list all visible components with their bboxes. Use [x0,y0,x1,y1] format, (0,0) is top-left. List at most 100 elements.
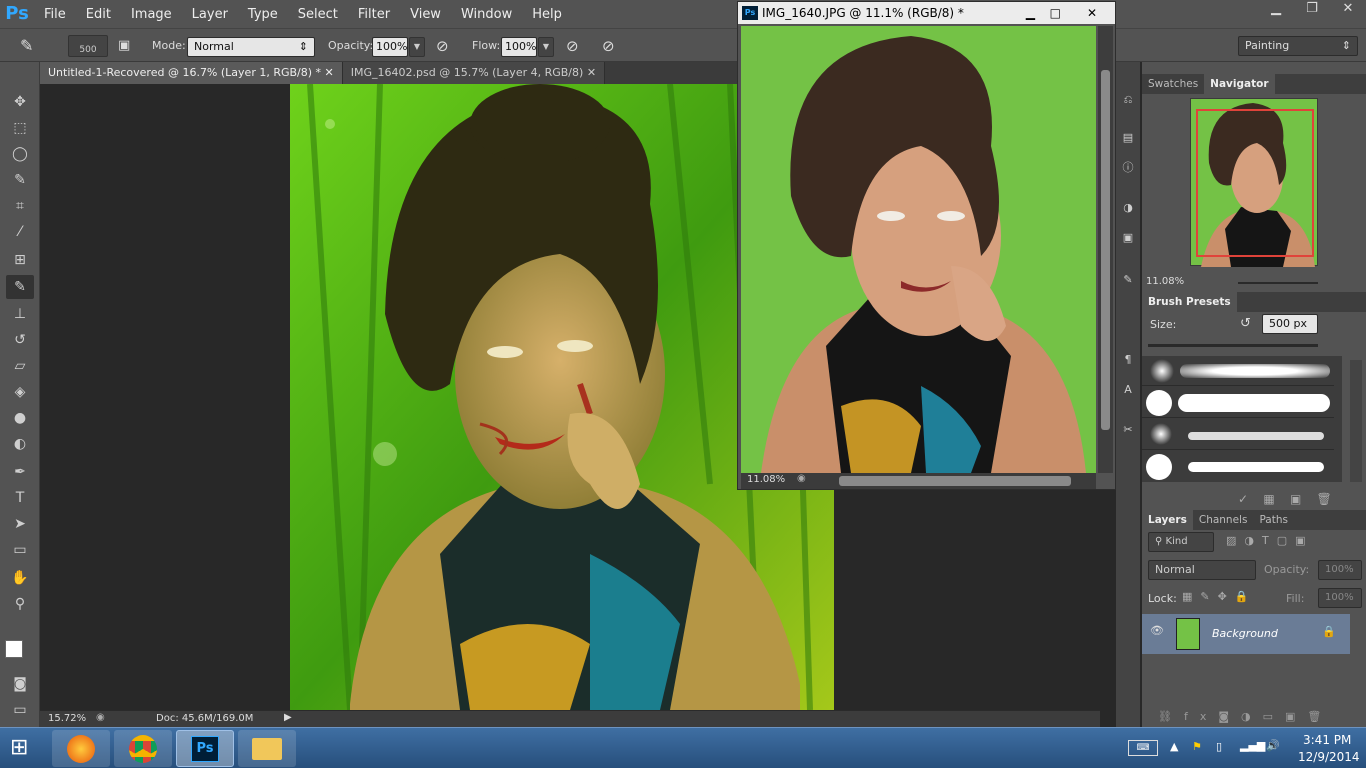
navigator-view-box[interactable] [1196,109,1314,257]
airbrush-icon[interactable]: ⊘ [566,35,579,57]
screen-mode-icon[interactable]: ▭ [6,698,34,722]
tab-swatches[interactable]: Swatches [1142,74,1204,94]
brush-size-picker[interactable]: 500 [68,35,108,57]
minimize-icon[interactable]: ▁ [1026,2,1035,24]
status-menu-icon[interactable]: ◉ [96,712,105,723]
type-tool-icon[interactable]: T [6,486,34,510]
menu-window[interactable]: Window [451,7,522,22]
menu-select[interactable]: Select [288,7,348,22]
hand-tool-icon[interactable]: ✋ [6,566,34,590]
toggle-brush-panel-icon[interactable]: ✓ [1238,492,1248,506]
opacity-dropdown-icon[interactable]: ▼ [409,37,425,57]
layer-row-background[interactable]: 👁 Background 🔒 [1142,614,1350,654]
menu-filter[interactable]: Filter [348,7,400,22]
keyboard-icon[interactable]: ⌨ [1128,740,1158,756]
flow-dropdown-icon[interactable]: ▼ [538,37,554,57]
fill-field[interactable]: 100% [1318,588,1362,608]
pen-tool-icon[interactable]: ✒ [6,460,34,484]
menu-file[interactable]: File [34,7,76,22]
menu-type[interactable]: Type [238,7,288,22]
mode-select[interactable]: Normal ⇕ [187,37,315,57]
brush-tool-icon[interactable]: ✎ [20,35,33,57]
navigator-preview[interactable] [1190,98,1318,267]
brush-size-field[interactable]: 500 px [1262,314,1318,334]
menu-help[interactable]: Help [522,7,572,22]
device-icon[interactable]: ▯ [1216,740,1222,753]
eyedropper-tool-icon[interactable]: ⁄ [6,220,34,244]
eraser-tool-icon[interactable]: ▱ [6,354,34,378]
close-tab-icon[interactable]: ✕ [587,66,596,79]
menu-image[interactable]: Image [121,7,182,22]
start-windows-icon[interactable]: ⊞ [10,736,28,760]
menu-layer[interactable]: Layer [182,7,238,22]
tab-layers[interactable]: Layers [1142,510,1193,530]
status-menu-icon[interactable]: ◉ [797,473,806,484]
clock-time[interactable]: 3:41 PM [1303,733,1351,747]
layer-blend-mode[interactable]: Normal [1148,560,1256,580]
floating-window-titlebar[interactable]: Ps IMG_1640.JPG @ 11.1% (RGB/8) * ▁ □ ✕ [738,2,1115,24]
quick-mask-icon[interactable]: ◙ [6,672,34,696]
floating-zoom-readout[interactable]: 11.08% [747,474,785,485]
taskbar-explorer[interactable] [238,730,296,767]
restore-icon[interactable]: ❐ [1294,0,1330,18]
clone-stamp-tool-icon[interactable]: ⊥ [6,302,34,326]
zoom-tool-icon[interactable]: ⚲ [6,592,34,616]
scrollbar-thumb[interactable] [1101,70,1110,430]
minimize-icon[interactable]: ▁ [1258,0,1294,18]
status-arrow-icon[interactable]: ▶ [284,712,292,723]
blur-tool-icon[interactable]: ● [6,406,34,430]
brush-preset-hard-round[interactable] [1142,388,1334,418]
brush-preset-soft-round[interactable] [1142,356,1334,386]
history-panel-icon[interactable]: ⎌ [1118,88,1138,112]
lock-icons[interactable]: ▦✎✥🔒 [1182,590,1257,603]
marquee-tool-icon[interactable]: ⬚ [6,116,34,140]
taskbar-chrome[interactable] [114,730,172,767]
horizontal-scrollbar[interactable] [839,476,1071,486]
taskbar-photoshop[interactable]: Ps [176,730,234,767]
brush-preset-hard-small[interactable] [1142,452,1334,482]
dodge-tool-icon[interactable]: ◐ [6,432,34,456]
floating-document-window[interactable]: Ps IMG_1640.JPG @ 11.1% (RGB/8) * ▁ □ ✕ … [737,1,1116,490]
paragraph-panel-icon[interactable]: ¶ [1118,348,1138,372]
action-center-icon[interactable]: ⚑ [1192,740,1202,753]
properties-panel-icon[interactable]: ▣ [1118,226,1138,250]
close-tab-icon[interactable]: ✕ [325,66,334,79]
volume-icon[interactable]: 🔊 [1266,739,1280,752]
layer-opacity-field[interactable]: 100% [1318,560,1362,580]
flow-field[interactable]: 100% [501,37,537,57]
zoom-readout[interactable]: 15.72% [48,713,86,724]
layer-filter-icons[interactable]: ▨◑T▢▣ [1226,534,1314,547]
brush-preset-soft-small[interactable] [1142,420,1334,450]
show-hidden-icons[interactable]: ▲ [1170,740,1178,753]
tools-preset-icon[interactable]: ✂ [1118,418,1138,442]
history-brush-tool-icon[interactable]: ↺ [6,328,34,352]
delete-preset-icon[interactable]: 🗑 [1317,492,1332,506]
paint-bucket-tool-icon[interactable]: ◈ [6,380,34,404]
visibility-eye-icon[interactable]: 👁 [1150,624,1164,637]
brush-panel-toggle-icon[interactable]: ▣ [118,35,130,57]
navigator-zoom[interactable]: 11.08% [1146,276,1184,287]
preset-grid-icon[interactable]: ▦ [1263,492,1274,506]
menu-view[interactable]: View [400,7,451,22]
menu-edit[interactable]: Edit [76,7,121,22]
foreground-color-swatch[interactable] [5,640,23,658]
tab-img-16402[interactable]: IMG_16402.psd @ 15.7% (Layer 4, RGB/8) ✕ [342,62,606,84]
workspace-select[interactable]: Painting ⇕ [1238,36,1358,56]
tab-channels[interactable]: Channels [1193,510,1254,530]
brush-tool-icon[interactable]: ✎ [6,275,34,299]
crop-tool-icon[interactable]: ⌗ [6,194,34,218]
adjustments-panel-icon[interactable]: ◑ [1118,196,1138,220]
quick-select-tool-icon[interactable]: ✎ [6,168,34,192]
layer-filter-kind[interactable]: ⚲ Kind [1148,532,1214,552]
tab-paths[interactable]: Paths [1253,510,1294,530]
navigator-zoom-slider[interactable] [1238,282,1318,284]
close-icon[interactable]: ✕ [1330,0,1366,18]
info-panel-icon[interactable]: ⓘ [1118,156,1138,180]
brush-list-scrollbar[interactable] [1350,360,1362,482]
vertical-scrollbar[interactable] [1098,26,1113,473]
lasso-tool-icon[interactable]: ◯ [6,142,34,166]
healing-brush-tool-icon[interactable]: ⊞ [6,248,34,272]
taskbar-firefox[interactable] [52,730,110,767]
layer-name[interactable]: Background [1212,627,1278,640]
brush-panel-icon[interactable]: ✎ [1118,268,1138,292]
